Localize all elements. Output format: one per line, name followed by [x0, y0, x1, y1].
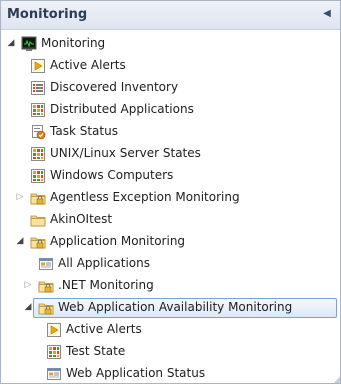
monitor-icon	[21, 36, 37, 52]
tree-item-label: Distributed Applications	[50, 102, 194, 116]
app-view-icon	[46, 366, 62, 382]
collapse-pane-icon[interactable]: ◀	[320, 7, 334, 21]
inventory-icon	[30, 80, 46, 96]
tree-item-label: All Applications	[58, 256, 150, 270]
tree-item-application-monitoring[interactable]: ◢ Application Monitoring	[1, 231, 340, 253]
tree-item-web-application-availability-monitoring[interactable]: ◢ Web Application Availability Monitorin…	[1, 297, 340, 319]
folder-lock-icon	[38, 278, 54, 294]
tree-item-label: Application Monitoring	[50, 234, 186, 248]
tree-item-label: Test State	[66, 344, 126, 358]
tree-item-label: Discovered Inventory	[50, 80, 179, 94]
tree-item-label: Windows Computers	[50, 168, 174, 182]
tree-item-label: Monitoring	[41, 36, 106, 50]
folder-lock-icon	[38, 300, 54, 316]
tree-item-active-alerts[interactable]: Active Alerts	[1, 319, 340, 341]
pane-title: Monitoring	[7, 7, 88, 22]
tree-item-label: Active Alerts	[50, 58, 126, 72]
tree-item-label: UNIX/Linux Server States	[50, 146, 201, 160]
folder-icon	[30, 212, 46, 228]
tree-item-test-state[interactable]: Test State	[1, 341, 340, 363]
tree-item-unix-linux-server-states[interactable]: UNIX/Linux Server States	[1, 143, 340, 165]
tree-item-dotnet-monitoring[interactable]: ▷ .NET Monitoring	[1, 275, 340, 297]
tree-item-label: Web Application Status	[66, 366, 206, 380]
folder-lock-icon	[30, 234, 46, 250]
tree-item-discovered-inventory[interactable]: Discovered Inventory	[1, 77, 340, 99]
state-grid-icon	[30, 102, 46, 118]
tree-item-label: Web Application Availability Monitoring	[58, 300, 293, 314]
tree-item-web-application-status[interactable]: Web Application Status	[1, 363, 340, 385]
state-grid-icon	[46, 344, 62, 360]
alert-icon	[46, 322, 62, 338]
tree-item-monitoring[interactable]: ◢ Monitoring	[1, 33, 340, 55]
expand-toggle-icon[interactable]: ▷	[23, 280, 33, 290]
resize-grip[interactable]	[334, 377, 340, 383]
expand-toggle-icon[interactable]: ◢	[15, 236, 25, 246]
tree-item-agentless-exception-monitoring[interactable]: ▷ Agentless Exception Monitoring	[1, 187, 340, 209]
pane-header: Monitoring ◀	[1, 1, 340, 30]
state-grid-icon	[30, 146, 46, 162]
tree-item-distributed-applications[interactable]: Distributed Applications	[1, 99, 340, 121]
task-status-icon	[30, 124, 46, 140]
tree-item-active-alerts[interactable]: Active Alerts	[1, 55, 340, 77]
alert-icon	[30, 58, 46, 74]
folder-lock-icon	[30, 190, 46, 206]
tree-item-label: Agentless Exception Monitoring	[50, 190, 240, 204]
tree-item-all-applications[interactable]: All Applications	[1, 253, 340, 275]
tree-item-windows-computers[interactable]: Windows Computers	[1, 165, 340, 187]
tree-item-label: Task Status	[50, 124, 118, 138]
tree-item-label: .NET Monitoring	[58, 278, 154, 292]
app-view-icon	[38, 256, 54, 272]
expand-toggle-icon[interactable]: ◢	[23, 302, 33, 312]
tree-item-akinoitest[interactable]: AkinOItest	[1, 209, 340, 231]
state-grid-icon	[30, 168, 46, 184]
expand-toggle-icon[interactable]: ▷	[15, 192, 25, 202]
monitoring-pane: Monitoring ◀ ◢ Monitoring Active Alerts …	[0, 0, 341, 384]
expand-toggle-icon[interactable]: ◢	[6, 38, 16, 48]
tree-item-label: Active Alerts	[66, 322, 142, 336]
tree-item-label: AkinOItest	[50, 212, 113, 226]
tree-item-task-status[interactable]: Task Status	[1, 121, 340, 143]
